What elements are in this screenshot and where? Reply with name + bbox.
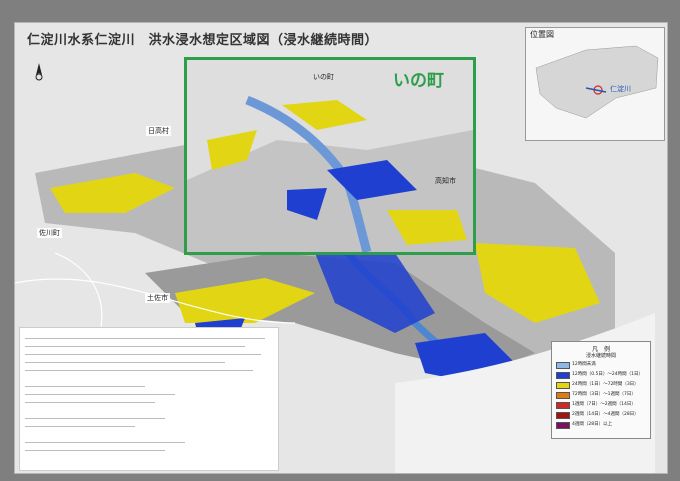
zoom-town-kochi: 高知市 [435,177,456,185]
legend-row: 1週間（7日）～2週間（14日） [556,402,648,409]
legend-swatch [556,412,570,419]
north-arrow-icon [35,63,43,81]
map-title: 仁淀川水系仁淀川 洪水浸水想定区域図（浸水継続時間） [27,33,379,48]
legend-label: 1週間（7日）～2週間（14日） [572,402,636,407]
legend-swatch [556,372,570,379]
zoom-frame-ino: いの町 いの町 高知市 [184,57,476,255]
legend-label: 24時間（1日）～72時間（3日） [572,382,639,387]
label-sakawa: 佐川町 [37,228,62,238]
label-hidaka: 日高村 [146,126,171,136]
legend-row: 12時間（0.5日）～24時間（1日） [556,372,648,379]
legend-subtitle: 浸水継続時間 [585,353,616,359]
label-tosa: 土佐市 [145,293,170,303]
legend-row: 24時間（1日）～72時間（3日） [556,382,648,389]
inset-shikoku-map [535,45,659,119]
legend-panel: 凡 例 浸水継続時間 12時間未満 12時間（0.5日）～24時間（1日） 24時間… [551,341,651,439]
notes-panel [19,327,279,471]
legend-row: 4週間（28日）以上 [556,422,648,429]
zoom-label-ino: いの町 [393,71,444,91]
legend-label: 2週間（14日）～4週間（28日） [572,412,639,417]
legend-swatch [556,392,570,399]
zoom-town-ino: いの町 [313,73,334,81]
inset-title: 位置図 [530,30,554,39]
legend-row: 72時間（3日）～1週間（7日） [556,392,648,399]
legend-label: 12時間未満 [572,362,596,367]
legend-swatch [556,422,570,429]
legend-label: 4週間（28日）以上 [572,422,613,427]
legend-swatch [556,402,570,409]
inset-river-label: 仁淀川 [610,85,631,93]
location-inset-map: 位置図 仁淀川 [525,27,665,141]
legend-row: 12時間未満 [556,362,648,369]
legend-swatch [556,382,570,389]
legend-label: 72時間（3日）～1週間（7日） [572,392,636,397]
legend-label: 12時間（0.5日）～24時間（1日） [572,372,643,377]
legend-row: 2週間（14日）～4週間（28日） [556,412,648,419]
legend-swatch [556,362,570,369]
map-sheet: 仁淀川水系仁淀川 洪水浸水想定区域図（浸水継続時間） 日高村 佐川町 土佐市 位… [14,22,668,474]
